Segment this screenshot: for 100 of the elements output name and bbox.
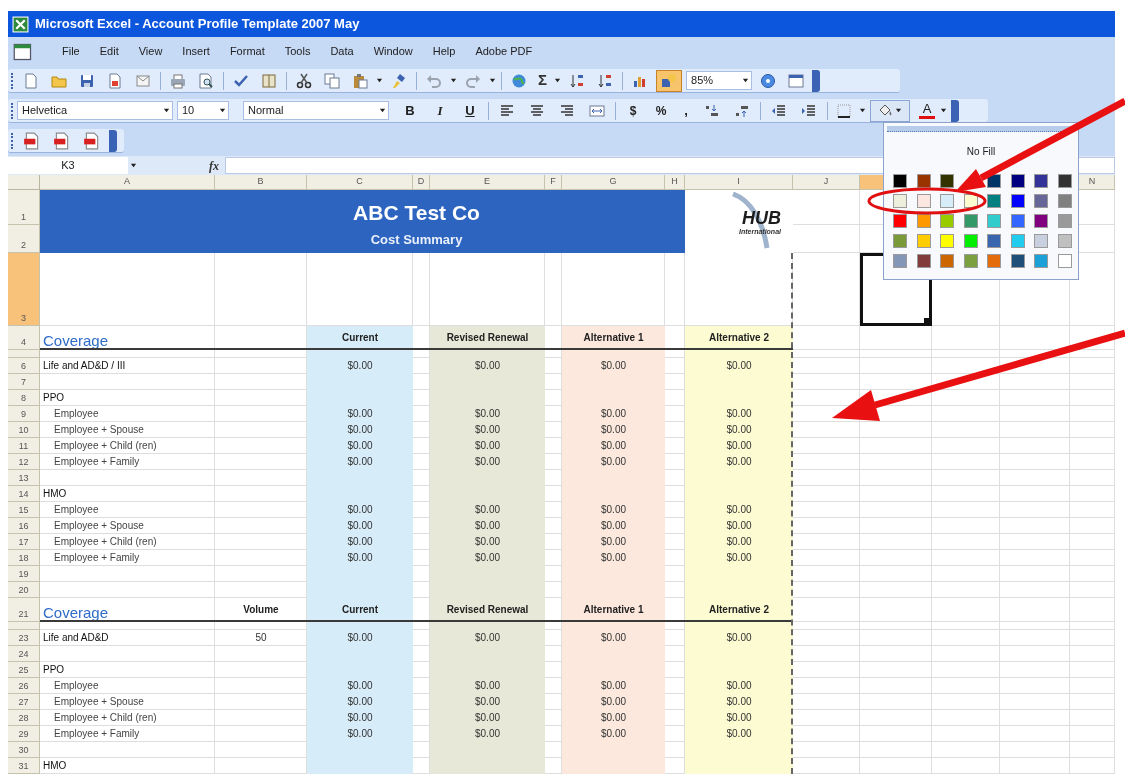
no-fill-button[interactable]: No Fill [960,146,1002,158]
color-swatch[interactable] [916,254,931,268]
caret-icon[interactable] [894,107,902,114]
sort-ascending-icon[interactable] [569,72,585,89]
color-swatch[interactable] [893,194,907,208]
color-swatch[interactable] [1057,194,1072,208]
column-header[interactable]: I [685,175,793,190]
format-painter-icon[interactable] [391,72,407,89]
row-header[interactable]: 19 [8,566,40,582]
row-header[interactable]: 18 [8,550,40,566]
row-header[interactable]: 6 [8,358,40,374]
caret-icon[interactable] [450,77,457,84]
row-header[interactable]: 24 [8,646,40,662]
caret-icon[interactable] [130,162,137,169]
caret-icon[interactable] [219,107,226,114]
column-header[interactable]: B [215,175,307,190]
toolbar-grip[interactable] [11,72,14,89]
hyperlink-icon[interactable] [511,72,527,89]
pdf-convert-icon[interactable] [23,131,41,150]
underline-button[interactable]: U [455,100,485,121]
column-header[interactable]: A [40,175,215,190]
row-header[interactable]: 11 [8,438,40,454]
color-swatch[interactable] [916,194,931,208]
row-header[interactable]: 14 [8,486,40,502]
percent-button[interactable]: % [647,101,675,120]
row-header[interactable]: 31 [8,758,40,774]
column-header[interactable]: F [545,175,562,190]
increase-decimal-icon[interactable] [704,102,720,119]
color-swatch[interactable] [940,234,954,248]
sort-descending-icon[interactable] [597,72,613,89]
zoom-dropdown[interactable]: 85% [686,71,752,90]
color-swatch[interactable] [987,214,1001,228]
row-header[interactable]: 9 [8,406,40,422]
color-swatch[interactable] [987,194,1001,208]
bold-button[interactable]: B [395,100,425,121]
menu-item[interactable]: Tools [274,41,321,62]
color-swatch[interactable] [1010,214,1025,228]
color-swatch[interactable] [893,254,907,268]
research-icon[interactable] [261,72,277,89]
menu-item[interactable]: Adobe PDF [465,41,543,62]
row-header[interactable]: 28 [8,710,40,726]
increase-indent-icon[interactable] [801,102,817,119]
align-left-icon[interactable] [499,102,515,119]
row-header[interactable]: 15 [8,502,40,518]
decrease-indent-icon[interactable] [771,102,787,119]
row-header[interactable]: 7 [8,374,40,390]
comma-style-button[interactable]: , [675,100,697,121]
menu-item[interactable]: Data [320,41,364,62]
style-dropdown[interactable]: Normal [243,101,389,120]
help-icon[interactable] [760,72,776,89]
fill-color-button[interactable] [870,99,910,122]
color-swatch[interactable] [1034,234,1048,248]
toolbar-options-button[interactable] [109,129,117,152]
print-icon[interactable] [170,72,186,89]
column-header[interactable]: J [793,175,860,190]
color-swatch[interactable] [1057,174,1072,188]
color-swatch[interactable] [893,214,907,228]
borders-icon[interactable] [836,102,852,119]
caret-icon[interactable] [554,77,561,84]
pdf-review-icon[interactable] [83,131,101,150]
row-header[interactable]: 13 [8,470,40,486]
toolbar-grip[interactable] [11,132,14,149]
copy-icon[interactable] [324,72,340,89]
color-swatch[interactable] [1034,194,1048,208]
currency-button[interactable]: $ [619,101,647,120]
menu-item[interactable]: Window [363,41,423,62]
caret-icon[interactable] [379,107,386,114]
color-swatch[interactable] [940,254,954,268]
row-header[interactable]: 17 [8,534,40,550]
color-swatch[interactable] [916,214,931,228]
window-icon[interactable] [788,72,804,89]
caret-icon[interactable] [742,77,749,84]
color-swatch[interactable] [963,254,978,268]
color-swatch[interactable] [1010,194,1025,208]
save-icon[interactable] [79,72,95,89]
menu-item[interactable]: File [52,41,90,62]
row-header[interactable]: 10 [8,422,40,438]
color-swatch[interactable] [893,234,907,248]
color-swatch[interactable] [1010,254,1025,268]
menu-item[interactable]: View [128,41,173,62]
align-right-icon[interactable] [559,102,575,119]
color-swatch[interactable] [1010,234,1025,248]
autosum-button[interactable]: Σ [533,69,552,92]
column-header[interactable]: E [430,175,545,190]
row-header[interactable]: 26 [8,678,40,694]
menu-item[interactable]: Help [422,41,466,62]
merge-center-icon[interactable] [589,102,605,119]
font-color-button[interactable]: A [916,102,938,119]
menu-item[interactable]: Insert [172,41,220,62]
row-header[interactable]: 16 [8,518,40,534]
color-swatch[interactable] [1057,234,1072,248]
toolbar-options-button[interactable] [812,69,820,92]
color-swatch[interactable] [1057,214,1072,228]
workbook-icon[interactable] [12,41,34,62]
color-swatch[interactable] [1010,174,1025,188]
color-swatch[interactable] [916,234,931,248]
row-header[interactable]: 27 [8,694,40,710]
column-header[interactable]: C [307,175,413,190]
align-center-icon[interactable] [529,102,545,119]
row-header[interactable]: 1 [8,190,40,225]
